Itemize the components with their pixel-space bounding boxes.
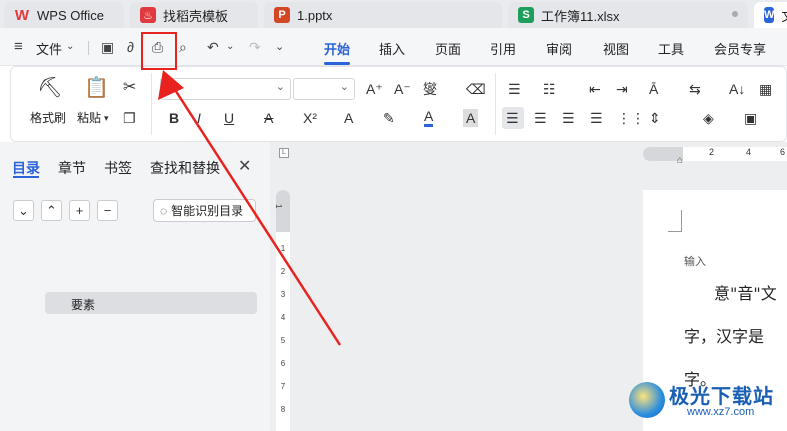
annotation-arrow <box>158 70 342 346</box>
annotation-arrow-line <box>168 81 342 346</box>
